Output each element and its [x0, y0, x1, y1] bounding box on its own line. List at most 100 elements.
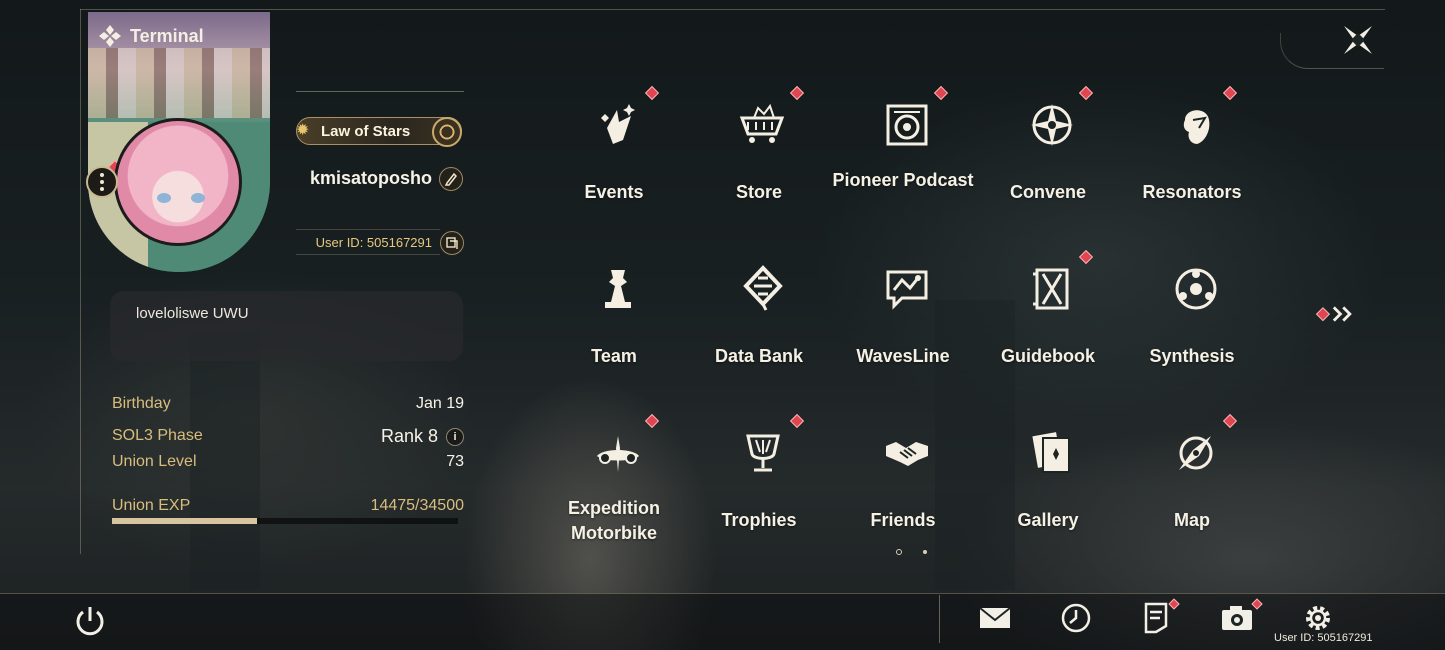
convene-star-icon [1027, 100, 1077, 150]
stat-sol3-phase: SOL3 Phase Rank 8 i [112, 425, 464, 447]
events-icon [593, 100, 643, 150]
menu-label: Friends [870, 510, 936, 530]
synthesis-icon [1171, 264, 1221, 314]
notification-dot [1078, 85, 1094, 101]
clock-button[interactable] [1056, 600, 1096, 636]
store-cart-icon [738, 100, 788, 150]
resonator-head-icon [1171, 100, 1221, 150]
menu-label: Convene [1009, 182, 1087, 202]
menu-label: Data Bank [714, 346, 804, 366]
frame-line-left [80, 9, 81, 554]
double-chevron-right-icon [1332, 306, 1352, 322]
menu-label: Synthesis [1149, 346, 1235, 366]
stat-value: 14475/34500 [370, 497, 464, 514]
page-indicator [923, 550, 927, 554]
title-badge-label: Law of Stars [321, 122, 411, 140]
avatar-eye [191, 193, 205, 203]
footer-user-id: User ID: 505167291 [1274, 632, 1373, 644]
notification-dot [1078, 249, 1094, 265]
menu-label: Gallery [1017, 510, 1079, 530]
avatar-options-button[interactable] [86, 166, 118, 198]
page-title: Terminal [130, 25, 204, 46]
divider [939, 595, 940, 643]
motorbike-icon [593, 428, 643, 478]
next-page-button[interactable] [1315, 302, 1355, 326]
card-artwork [88, 48, 270, 118]
menu-item-map[interactable]: Map [1127, 410, 1257, 560]
menu-item-store[interactable]: Store [694, 82, 824, 232]
info-icon[interactable]: i [446, 428, 464, 447]
close-button[interactable] [1340, 22, 1376, 58]
dot-icon [100, 173, 104, 177]
menu-item-events[interactable]: Events [549, 82, 679, 232]
menu-label: Trophies [721, 510, 797, 530]
menu-item-team[interactable]: Team [549, 246, 679, 396]
union-exp-progress-fill [112, 518, 258, 524]
menu-item-convene[interactable]: Convene [983, 82, 1113, 232]
frame-line-top [80, 9, 1385, 10]
menu-label: Resonators [1142, 182, 1242, 202]
stat-union-level: Union Level 73 [112, 451, 464, 473]
camera-button[interactable] [1217, 598, 1263, 636]
menu-label: Map [1174, 510, 1210, 530]
notification-dot [644, 85, 660, 101]
gear-icon [1306, 606, 1330, 630]
divider [296, 91, 464, 92]
edit-name-button[interactable] [439, 167, 463, 191]
menu-item-expedition-motorbike[interactable]: Expedition Motorbike [549, 410, 679, 560]
avatar[interactable] [114, 118, 242, 246]
handshake-icon [882, 428, 932, 478]
notification-dot [1222, 85, 1238, 101]
notes-icon [1144, 602, 1168, 634]
menu-item-trophies[interactable]: Trophies [694, 410, 824, 560]
username: kmisatoposho [310, 168, 433, 188]
notes-button[interactable] [1136, 598, 1180, 636]
notification-dot [1315, 307, 1330, 321]
stat-label: SOL3 Phase [112, 427, 203, 444]
stat-union-exp: Union EXP 14475/34500 [112, 495, 464, 517]
gallery-cards-icon [1027, 428, 1077, 478]
menu-item-synthesis[interactable]: Synthesis [1127, 246, 1257, 396]
stat-label: Birthday [112, 395, 171, 412]
notification-dot [789, 413, 805, 429]
dot-icon [100, 187, 104, 191]
menu-label: WavesLine [856, 346, 950, 366]
guidebook-icon [1027, 264, 1077, 314]
mail-button[interactable] [975, 600, 1015, 636]
data-bank-icon [738, 264, 788, 314]
terminal-header: Terminal [98, 24, 204, 48]
dot-icon [100, 180, 104, 184]
stat-birthday: Birthday Jan 19 [112, 393, 464, 415]
page-indicator-active [896, 549, 902, 555]
settings-button[interactable] [1298, 600, 1338, 636]
stat-value-wrap: Rank 8 i [381, 426, 464, 447]
menu-item-pioneer-podcast[interactable]: Pioneer Podcast [832, 82, 974, 232]
menu-item-guidebook[interactable]: Guidebook [983, 246, 1113, 396]
menu-item-data-bank[interactable]: Data Bank [694, 246, 824, 396]
mail-icon [979, 607, 1011, 628]
power-icon [76, 607, 104, 636]
team-chess-icon [593, 264, 643, 314]
stat-label: Union EXP [112, 497, 191, 514]
menu-item-wavesline[interactable]: WavesLine [838, 246, 968, 396]
stat-label: Union Level [112, 453, 197, 470]
trophy-icon [738, 428, 788, 478]
pencil-icon [444, 172, 457, 186]
menu-item-gallery[interactable]: Gallery [983, 410, 1113, 560]
menu-item-friends[interactable]: Friends [838, 410, 968, 560]
exit-button[interactable] [72, 603, 108, 639]
notification-dot [789, 85, 805, 101]
notification-dot [1222, 413, 1238, 429]
podcast-speaker-icon [882, 100, 932, 150]
notification-dot [933, 85, 949, 101]
sun-icon: ✹ [296, 122, 310, 139]
stat-value: 73 [446, 453, 464, 470]
badge-emblem-icon [432, 117, 462, 147]
clock-icon [1061, 603, 1091, 633]
menu-label: Team [591, 346, 637, 366]
menu-label: Guidebook [1001, 346, 1095, 366]
wavesline-chat-icon [882, 264, 932, 314]
signature-input[interactable]: loveloliswe UWU [110, 291, 463, 361]
menu-item-resonators[interactable]: Resonators [1127, 82, 1257, 232]
copy-user-id-button[interactable] [440, 231, 464, 255]
